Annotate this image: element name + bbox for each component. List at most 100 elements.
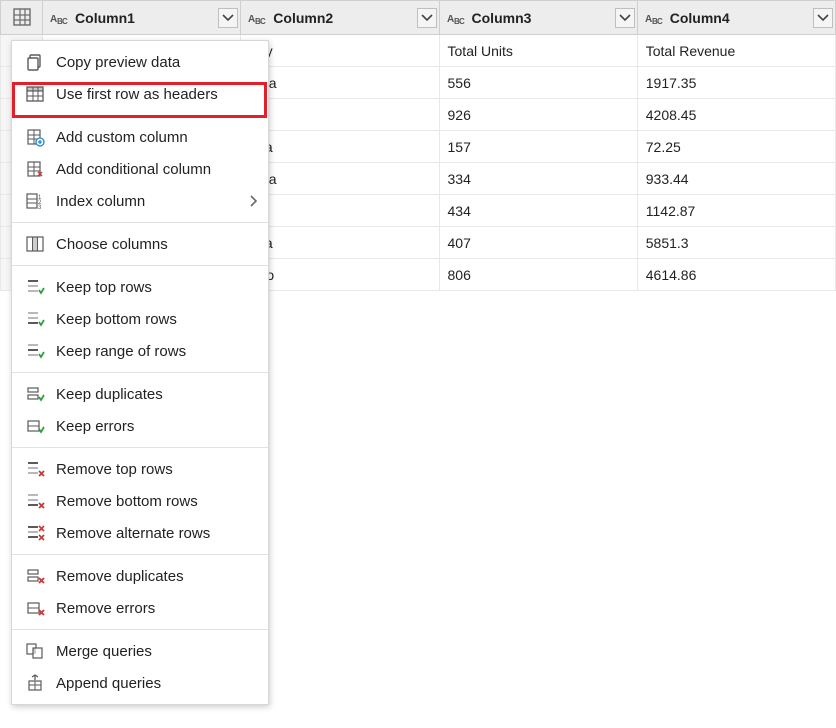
menu-keep-duplicates[interactable]: Keep duplicates bbox=[12, 378, 268, 410]
chevron-down-icon bbox=[422, 14, 432, 22]
filter-button[interactable] bbox=[417, 8, 437, 28]
menu-keep-errors[interactable]: Keep errors bbox=[12, 410, 268, 442]
menu-label: Copy preview data bbox=[56, 54, 180, 71]
cell[interactable]: 5851.3 bbox=[637, 227, 835, 259]
cell[interactable]: 72.25 bbox=[637, 131, 835, 163]
keep-top-rows-icon bbox=[24, 276, 46, 298]
cell[interactable]: 4208.45 bbox=[637, 99, 835, 131]
cell[interactable]: 157 bbox=[439, 131, 637, 163]
menu-add-conditional-column[interactable]: Add conditional column bbox=[12, 153, 268, 185]
cell[interactable]: 434 bbox=[439, 195, 637, 227]
menu-label: Keep range of rows bbox=[56, 343, 186, 360]
conditional-column-icon bbox=[24, 158, 46, 180]
cell[interactable]: Total Revenue bbox=[637, 35, 835, 67]
column-label: Column3 bbox=[472, 10, 532, 26]
menu-label: Append queries bbox=[56, 675, 161, 692]
chevron-down-icon bbox=[223, 14, 233, 22]
keep-range-rows-icon bbox=[24, 340, 46, 362]
menu-separator bbox=[12, 265, 268, 266]
menu-separator bbox=[12, 222, 268, 223]
choose-columns-icon bbox=[24, 233, 46, 255]
menu-label: Merge queries bbox=[56, 643, 152, 660]
table-corner-cell[interactable] bbox=[1, 1, 43, 35]
text-type-icon: ABC bbox=[644, 8, 664, 28]
cell[interactable]: 806 bbox=[439, 259, 637, 291]
filter-button[interactable] bbox=[615, 8, 635, 28]
svg-text:3: 3 bbox=[38, 205, 42, 211]
menu-separator bbox=[12, 372, 268, 373]
cell[interactable]: ada bbox=[241, 131, 439, 163]
filter-button[interactable] bbox=[813, 8, 833, 28]
column-header-1[interactable]: ABC Column1 bbox=[43, 1, 241, 35]
table-menu-button[interactable] bbox=[7, 5, 36, 30]
cell[interactable]: 334 bbox=[439, 163, 637, 195]
menu-label: Keep errors bbox=[56, 418, 134, 435]
remove-duplicates-icon bbox=[24, 565, 46, 587]
menu-remove-duplicates[interactable]: Remove duplicates bbox=[12, 560, 268, 592]
menu-label: Add custom column bbox=[56, 129, 188, 146]
cell[interactable]: ntry bbox=[241, 35, 439, 67]
menu-remove-bottom-rows[interactable]: Remove bottom rows bbox=[12, 485, 268, 517]
cell[interactable]: 926 bbox=[439, 99, 637, 131]
menu-use-first-row-as-headers[interactable]: Use first row as headers bbox=[12, 78, 268, 110]
menu-remove-top-rows[interactable]: Remove top rows bbox=[12, 453, 268, 485]
cell[interactable]: ama bbox=[241, 163, 439, 195]
menu-keep-range-of-rows[interactable]: Keep range of rows bbox=[12, 335, 268, 367]
remove-alternate-rows-icon bbox=[24, 522, 46, 544]
menu-add-custom-column[interactable]: Add custom column bbox=[12, 121, 268, 153]
menu-label: Keep top rows bbox=[56, 279, 152, 296]
keep-duplicates-icon bbox=[24, 383, 46, 405]
custom-column-icon bbox=[24, 126, 46, 148]
keep-errors-icon bbox=[24, 415, 46, 437]
menu-label: Keep bottom rows bbox=[56, 311, 177, 328]
chevron-down-icon bbox=[818, 14, 828, 22]
menu-separator bbox=[12, 447, 268, 448]
menu-remove-alternate-rows[interactable]: Remove alternate rows bbox=[12, 517, 268, 549]
cell[interactable]: Total Units bbox=[439, 35, 637, 67]
remove-top-rows-icon bbox=[24, 458, 46, 480]
table-context-menu: Copy preview data Use first row as heade… bbox=[11, 40, 269, 705]
remove-errors-icon bbox=[24, 597, 46, 619]
cell[interactable]: A bbox=[241, 195, 439, 227]
menu-keep-bottom-rows[interactable]: Keep bottom rows bbox=[12, 303, 268, 335]
menu-index-column[interactable]: 123 Index column bbox=[12, 185, 268, 217]
svg-text:C: C bbox=[459, 17, 465, 26]
cell[interactable]: 1142.87 bbox=[637, 195, 835, 227]
svg-text:C: C bbox=[260, 17, 266, 26]
cell[interactable]: ama bbox=[241, 67, 439, 99]
menu-copy-preview-data[interactable]: Copy preview data bbox=[12, 46, 268, 78]
menu-choose-columns[interactable]: Choose columns bbox=[12, 228, 268, 260]
menu-append-queries[interactable]: Append queries bbox=[12, 667, 268, 699]
menu-label: Choose columns bbox=[56, 236, 168, 253]
text-type-icon: ABC bbox=[247, 8, 267, 28]
keep-bottom-rows-icon bbox=[24, 308, 46, 330]
menu-remove-errors[interactable]: Remove errors bbox=[12, 592, 268, 624]
cell[interactable]: 1917.35 bbox=[637, 67, 835, 99]
column-label: Column2 bbox=[273, 10, 333, 26]
cell[interactable]: 4614.86 bbox=[637, 259, 835, 291]
menu-keep-top-rows[interactable]: Keep top rows bbox=[12, 271, 268, 303]
cell[interactable]: 407 bbox=[439, 227, 637, 259]
column-header-3[interactable]: ABC Column3 bbox=[439, 1, 637, 35]
text-type-icon: ABC bbox=[49, 8, 69, 28]
column-label: Column1 bbox=[75, 10, 135, 26]
menu-label: Index column bbox=[56, 193, 145, 210]
menu-label: Keep duplicates bbox=[56, 386, 163, 403]
cell[interactable]: A bbox=[241, 99, 439, 131]
column-header-2[interactable]: ABC Column2 bbox=[241, 1, 439, 35]
cell[interactable]: ada bbox=[241, 227, 439, 259]
menu-merge-queries[interactable]: Merge queries bbox=[12, 635, 268, 667]
remove-bottom-rows-icon bbox=[24, 490, 46, 512]
cell[interactable]: 556 bbox=[439, 67, 637, 99]
index-column-icon: 123 bbox=[24, 190, 46, 212]
menu-separator bbox=[12, 629, 268, 630]
column-header-4[interactable]: ABC Column4 bbox=[637, 1, 835, 35]
cell[interactable]: xico bbox=[241, 259, 439, 291]
filter-button[interactable] bbox=[218, 8, 238, 28]
menu-label: Remove errors bbox=[56, 600, 155, 617]
menu-label: Remove bottom rows bbox=[56, 493, 198, 510]
svg-text:C: C bbox=[62, 17, 68, 26]
menu-separator bbox=[12, 554, 268, 555]
copy-icon bbox=[24, 51, 46, 73]
cell[interactable]: 933.44 bbox=[637, 163, 835, 195]
